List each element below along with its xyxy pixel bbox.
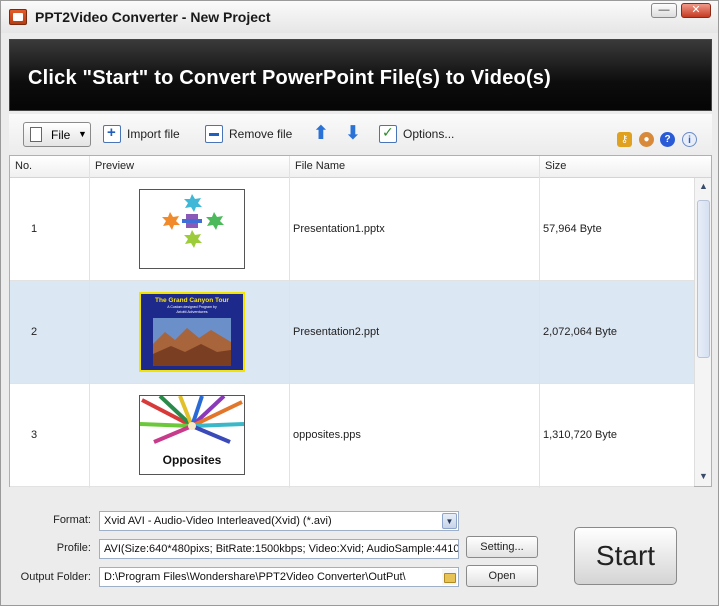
slide-company: Ariotti Adventures <box>176 309 207 314</box>
row-number: 3 <box>31 429 38 441</box>
import-icon <box>103 124 121 143</box>
column-divider <box>289 156 290 488</box>
slide-title: The Grand Canyon Tour <box>155 297 229 304</box>
grand-canyon-slide-image: The Grand Canyon Tour A Custom designed … <box>141 294 243 370</box>
minimize-button[interactable]: — <box>651 3 677 18</box>
output-folder-value: D:\Program Files\Wondershare\PPT2Video C… <box>104 571 406 583</box>
file-size: 57,964 Byte <box>543 223 602 235</box>
import-file-button[interactable]: Import file <box>103 124 189 146</box>
header-banner: Click "Start" to Convert PowerPoint File… <box>9 39 712 111</box>
open-button[interactable]: Open <box>466 565 538 587</box>
toolbar: File ▼ Import file Remove file ⬆ ⬇ Optio… <box>9 114 712 154</box>
folder-icon[interactable] <box>442 569 457 585</box>
setting-button[interactable]: Setting... <box>466 536 538 558</box>
profile-label: Profile: <box>56 542 91 554</box>
remove-file-button[interactable]: Remove file <box>205 124 297 146</box>
options-label: Options... <box>403 127 455 141</box>
file-name: opposites.pps <box>293 429 361 441</box>
pencils-slide-image: Opposites <box>140 396 244 474</box>
table-header: No. Preview File Name Size <box>10 156 711 178</box>
file-list-table: No. Preview File Name Size 1 Presentatio… <box>9 155 712 488</box>
file-name: Presentation1.pptx <box>293 223 385 235</box>
header-file-name[interactable]: File Name <box>295 160 345 172</box>
vertical-scrollbar[interactable]: ▲ ▼ <box>694 178 711 486</box>
slide-caption: Opposites <box>163 453 222 467</box>
options-button[interactable]: Options... <box>379 124 465 146</box>
header-no[interactable]: No. <box>15 160 32 172</box>
banner-text: Click "Start" to Convert PowerPoint File… <box>28 67 551 89</box>
profile-value: AVI(Size:640*480pixs; BitRate:1500kbps; … <box>104 543 459 555</box>
format-value: Xvid AVI - Audio-Video Interleaved(Xvid)… <box>104 515 332 527</box>
row-number: 2 <box>31 326 38 338</box>
file-size: 1,310,720 Byte <box>543 429 618 441</box>
file-size: 2,072,064 Byte <box>543 326 618 338</box>
move-up-icon[interactable]: ⬆ <box>311 124 331 144</box>
import-file-label: Import file <box>127 127 180 141</box>
dropdown-arrow-icon: ▼ <box>78 129 87 139</box>
chevron-down-icon[interactable]: ▼ <box>442 513 457 529</box>
info-icon[interactable]: i <box>682 132 697 147</box>
file-menu-button[interactable]: File ▼ <box>23 122 91 147</box>
remove-file-label: Remove file <box>229 127 293 141</box>
app-icon <box>9 9 27 25</box>
key-icon[interactable]: ⚷ <box>617 132 632 147</box>
help-icon[interactable]: ? <box>660 132 675 147</box>
column-divider <box>539 156 540 488</box>
window-title: PPT2Video Converter - New Project <box>35 9 271 25</box>
header-size[interactable]: Size <box>545 160 566 172</box>
output-settings-panel: Format: Xvid AVI - Audio-Video Interleav… <box>9 489 712 601</box>
scrollbar-thumb[interactable] <box>697 200 710 358</box>
row-number: 1 <box>31 223 38 235</box>
user-icon[interactable]: ● <box>639 132 654 147</box>
close-button[interactable]: ✕ <box>681 3 711 18</box>
column-divider <box>89 156 90 488</box>
title-bar: PPT2Video Converter - New Project — ✕ <box>1 1 718 33</box>
table-row[interactable]: 3 Opposites opposites.pps 1,310,720 Byte <box>10 384 694 487</box>
document-icon <box>30 127 42 142</box>
slide-thumbnail <box>139 189 245 269</box>
format-label: Format: <box>53 514 91 526</box>
slide-thumbnail: The Grand Canyon Tour A Custom designed … <box>139 292 245 372</box>
output-folder-label: Output Folder: <box>20 571 91 583</box>
header-preview[interactable]: Preview <box>95 160 134 172</box>
scroll-down-icon[interactable]: ▼ <box>696 469 711 484</box>
options-icon <box>379 124 397 143</box>
table-row-selected[interactable]: 2 The Grand Canyon Tour A Custom designe… <box>10 281 694 384</box>
file-name: Presentation2.ppt <box>293 326 380 338</box>
file-menu-label: File <box>51 128 71 142</box>
starburst-diagram-image <box>162 194 224 248</box>
slide-thumbnail: Opposites <box>139 395 245 475</box>
table-row[interactable]: 1 Presentation1.pptx 57,964 Byte <box>10 178 694 281</box>
format-select[interactable]: Xvid AVI - Audio-Video Interleaved(Xvid)… <box>99 511 459 531</box>
move-down-icon[interactable]: ⬇ <box>343 124 363 144</box>
app-window: PPT2Video Converter - New Project — ✕ Cl… <box>0 0 719 606</box>
profile-field[interactable]: AVI(Size:640*480pixs; BitRate:1500kbps; … <box>99 539 459 559</box>
scroll-up-icon[interactable]: ▲ <box>696 179 711 194</box>
remove-icon <box>205 125 223 143</box>
output-folder-field[interactable]: D:\Program Files\Wondershare\PPT2Video C… <box>99 567 459 587</box>
start-button[interactable]: Start <box>574 527 677 585</box>
